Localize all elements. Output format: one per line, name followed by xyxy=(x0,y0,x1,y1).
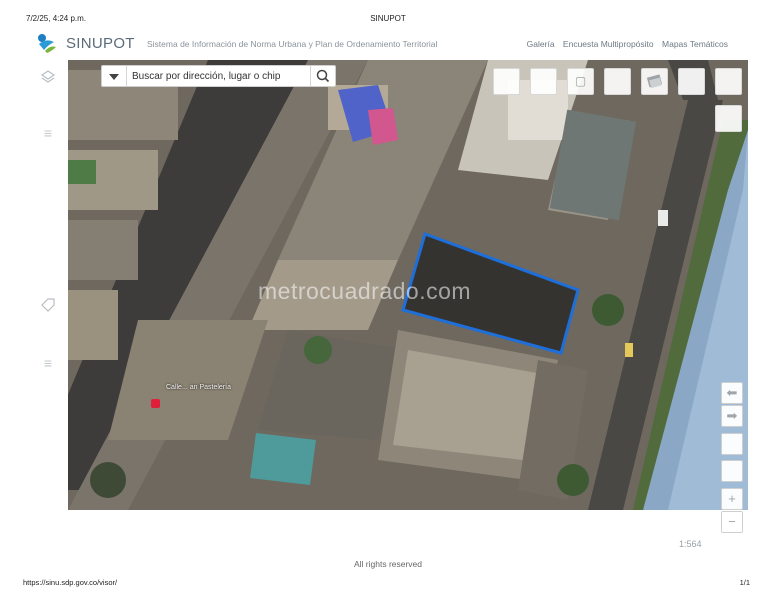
left-toolbar: ≡ ≡ xyxy=(36,66,60,506)
nav-mapas-tematicos[interactable]: Mapas Temáticos xyxy=(662,39,728,49)
tag-icon[interactable] xyxy=(39,296,57,314)
app-header: SINUPOT Sistema de Información de Norma … xyxy=(36,30,736,58)
extra-tool-button[interactable] xyxy=(715,105,742,132)
settings-tool-button[interactable] xyxy=(715,68,742,95)
search-dropdown-button[interactable] xyxy=(102,66,127,86)
search-icon xyxy=(316,69,330,83)
print-tool-button[interactable] xyxy=(530,68,557,95)
nav-galeria[interactable]: Galería xyxy=(527,39,555,49)
basemap-tool-button[interactable] xyxy=(641,68,668,95)
map-toolbar: ▢ xyxy=(493,68,743,132)
app-subtitle: Sistema de Información de Norma Urbana y… xyxy=(147,39,438,49)
menu-icon[interactable]: ≡ xyxy=(39,354,57,372)
zoom-in-button[interactable]: + xyxy=(721,488,743,510)
map-scale: 1:564 xyxy=(679,539,702,549)
print-title: SINUPOT xyxy=(370,14,406,23)
search-box xyxy=(101,65,336,87)
print-header: 7/2/25, 4:24 p.m. SINUPOT xyxy=(0,12,776,26)
layers-icon[interactable] xyxy=(39,68,57,86)
poi-label[interactable]: Calle... an Pastelería xyxy=(166,384,231,391)
nav-encuesta[interactable]: Encuesta Multipropósito xyxy=(563,39,654,49)
poi-pin-icon[interactable] xyxy=(151,399,160,408)
map-view[interactable]: ▢ metrocuadrado.com Calle... an Pasteler… xyxy=(68,60,748,510)
home-extent-button[interactable] xyxy=(721,433,743,455)
page-number: 1/1 xyxy=(739,578,750,587)
rights-text: All rights reserved xyxy=(353,559,423,569)
layers-tool-button[interactable] xyxy=(678,68,705,95)
ruler-tool-button[interactable] xyxy=(493,68,520,95)
share-tool-button[interactable] xyxy=(604,68,631,95)
list-icon[interactable]: ≡ xyxy=(39,124,57,142)
top-nav: Galería Encuesta Multipropósito Mapas Te… xyxy=(521,39,728,49)
document-tool-button[interactable]: ▢ xyxy=(567,68,594,95)
basemap-icon xyxy=(646,74,663,89)
page-url: https://sinu.sdp.gov.co/visor/ xyxy=(23,578,118,587)
back-arrow-button[interactable]: ⬅ xyxy=(721,382,743,404)
zoom-out-button[interactable]: − xyxy=(721,511,743,533)
brand-name[interactable]: SINUPOT xyxy=(66,35,135,52)
sinupot-logo-icon[interactable] xyxy=(36,32,58,54)
search-input[interactable] xyxy=(128,66,316,86)
search-button[interactable] xyxy=(310,66,335,86)
location-button[interactable] xyxy=(721,460,743,482)
watermark-text: metrocuadrado.com xyxy=(258,278,472,304)
forward-arrow-button[interactable]: ➡ xyxy=(721,405,743,427)
